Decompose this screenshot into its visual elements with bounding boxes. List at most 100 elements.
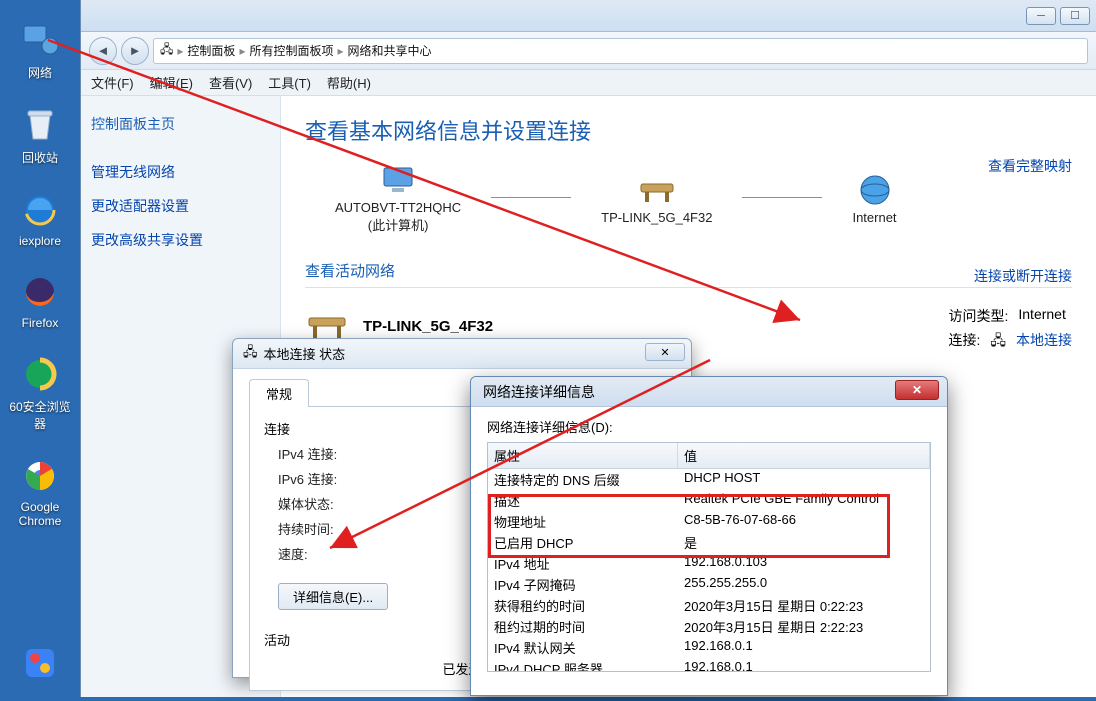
desktop-icon-recycle[interactable]: 回收站 [8, 105, 72, 166]
details-button[interactable]: 详细信息(E)... [278, 583, 388, 610]
list-row[interactable]: 连接特定的 DNS 后缀DHCP HOST [488, 469, 930, 490]
network-icon [20, 20, 60, 60]
node-this-pc: AUTOBVT-TT2HQHC (此计算机) [335, 160, 461, 234]
node-router: TP-LINK_5G_4F32 [601, 170, 712, 225]
close-button[interactable]: ✕ [645, 343, 685, 361]
cell-property: 物理地址 [488, 512, 678, 531]
link-line [742, 197, 822, 198]
desktop-icon-360[interactable]: 60安全浏览器 [8, 354, 72, 432]
desktop-icon-label: iexplore [19, 234, 61, 248]
cell-property: 描述 [488, 491, 678, 510]
adapter-mini-icon: 🖧 [990, 330, 1006, 354]
list-row[interactable]: 已启用 DHCP是 [488, 532, 930, 553]
computer-icon [378, 160, 418, 200]
title-bar: ─ ☐ [81, 0, 1096, 32]
maximize-button[interactable]: ☐ [1060, 7, 1090, 25]
access-type-label: 访问类型: [948, 306, 1008, 326]
sidebar-item-wireless[interactable]: 管理无线网络 [91, 162, 270, 182]
sidebar-item-adapter[interactable]: 更改适配器设置 [91, 196, 270, 216]
back-button[interactable]: ◄ [89, 37, 117, 65]
tab-general[interactable]: 常规 [249, 379, 309, 407]
menu-edit[interactable]: 编辑(E) [150, 73, 193, 92]
cell-property: 连接特定的 DNS 后缀 [488, 470, 678, 489]
cell-value: 是 [678, 533, 930, 552]
list-row[interactable]: IPv4 子网掩码255.255.255.0 [488, 574, 930, 595]
breadcrumb-item[interactable]: 网络和共享中心 [348, 42, 432, 59]
page-title: 查看基本网络信息并设置连接 [305, 114, 1072, 146]
sidebar-item-share[interactable]: 更改高级共享设置 [91, 230, 270, 250]
link-full-map[interactable]: 查看完整映射 [988, 156, 1072, 176]
list-row[interactable]: 物理地址C8-5B-76-07-68-66 [488, 511, 930, 532]
forward-button[interactable]: ► [121, 37, 149, 65]
cell-property: IPv4 子网掩码 [488, 575, 678, 594]
menu-help[interactable]: 帮助(H) [327, 73, 371, 92]
details-listbox[interactable]: 属性 值 连接特定的 DNS 后缀DHCP HOST描述Realtek PCIe… [487, 442, 931, 672]
app-icon [20, 643, 60, 683]
cell-property: IPv4 DHCP 服务器 [488, 659, 678, 672]
minimize-button[interactable]: ─ [1026, 7, 1056, 25]
desktop-icon-label: 网络 [28, 64, 52, 81]
cell-value: DHCP HOST [678, 470, 930, 489]
cell-value: 2020年3月15日 星期日 0:22:23 [678, 596, 930, 615]
list-row[interactable]: 租约过期的时间2020年3月15日 星期日 2:22:23 [488, 616, 930, 637]
field-media-state: 媒体状态: [264, 494, 334, 513]
field-duration: 持续时间: [264, 519, 334, 538]
cell-value: 2020年3月15日 星期日 2:22:23 [678, 617, 930, 636]
cell-value: 192.168.0.1 [678, 659, 930, 672]
menu-bar: 文件(F) 编辑(E) 查看(V) 工具(T) 帮助(H) [81, 70, 1096, 96]
desktop-icon-chrome[interactable]: Google Chrome [8, 456, 72, 528]
desktop-icon-label: Google Chrome [8, 500, 72, 528]
desktop-icon-label: Firefox [22, 316, 59, 330]
menu-view[interactable]: 查看(V) [209, 73, 252, 92]
cell-value: 255.255.255.0 [678, 575, 930, 594]
menu-file[interactable]: 文件(F) [91, 73, 134, 92]
desktop-icon-network[interactable]: 网络 [8, 20, 72, 81]
adapter-icon: 🖧 [243, 343, 258, 365]
link-line [491, 197, 571, 198]
breadcrumb-item[interactable]: 控制面板 [187, 42, 235, 59]
desktop-icon-firefox[interactable]: Firefox [8, 272, 72, 330]
field-speed: 速度: [264, 544, 308, 563]
desktop-icon-label: 回收站 [22, 149, 58, 166]
desktop: 网络 回收站 iexplore Firefox 60安全浏览器 Google C… [0, 0, 80, 697]
browser-360-icon [20, 354, 60, 394]
router-icon [637, 170, 677, 210]
link-local-connection[interactable]: 本地连接 [1016, 330, 1072, 354]
field-ipv4-conn: IPv4 连接: [264, 444, 337, 463]
active-network-name: TP-LINK_5G_4F32 [363, 318, 493, 335]
cell-value: Realtek PCIe GBE Family Control [678, 491, 930, 510]
sidebar-item-home[interactable]: 控制面板主页 [91, 114, 270, 134]
dialog-title: 🖧 本地连接 状态 [233, 339, 691, 369]
breadcrumb-item[interactable]: 所有控制面板项 [249, 42, 333, 59]
network-map: AUTOBVT-TT2HQHC (此计算机) TP-LINK_5G_4F32 I… [335, 160, 1072, 234]
node-internet: Internet [852, 170, 896, 225]
list-row[interactable]: 描述Realtek PCIe GBE Family Control [488, 490, 930, 511]
desktop-icon-label: 60安全浏览器 [8, 398, 72, 432]
list-row[interactable]: IPv4 默认网关192.168.0.1 [488, 637, 930, 658]
close-button[interactable]: ✕ [895, 380, 939, 400]
field-ipv6-conn: IPv6 连接: [264, 469, 337, 488]
cell-property: 获得租约的时间 [488, 596, 678, 615]
recycle-icon [20, 105, 60, 145]
cell-property: 已启用 DHCP [488, 533, 678, 552]
list-row[interactable]: IPv4 DHCP 服务器192.168.0.1 [488, 658, 930, 672]
chrome-icon [20, 456, 60, 496]
breadcrumb-icon: 🖧 [160, 40, 173, 61]
desktop-icon-unknown[interactable] [8, 643, 72, 687]
connections-label: 连接: [948, 330, 980, 354]
col-value: 值 [678, 443, 930, 468]
cell-property: 租约过期的时间 [488, 617, 678, 636]
cell-value: 192.168.0.103 [678, 554, 930, 573]
desktop-icon-ie[interactable]: iexplore [8, 190, 72, 248]
section-active-networks: 查看活动网络 [305, 260, 1072, 281]
nav-bar: ◄ ► 🖧 ▸ 控制面板 ▸ 所有控制面板项 ▸ 网络和共享中心 [81, 32, 1096, 70]
cell-property: IPv4 地址 [488, 554, 678, 573]
list-row[interactable]: IPv4 地址192.168.0.103 [488, 553, 930, 574]
menu-tools[interactable]: 工具(T) [268, 73, 311, 92]
internet-icon [855, 170, 895, 210]
cell-property: IPv4 默认网关 [488, 638, 678, 657]
dialog-title: 网络连接详细信息 [471, 377, 947, 407]
list-row[interactable]: 获得租约的时间2020年3月15日 星期日 0:22:23 [488, 595, 930, 616]
link-connect-disconnect[interactable]: 连接或断开连接 [974, 266, 1072, 286]
breadcrumb[interactable]: 🖧 ▸ 控制面板 ▸ 所有控制面板项 ▸ 网络和共享中心 [153, 38, 1088, 64]
